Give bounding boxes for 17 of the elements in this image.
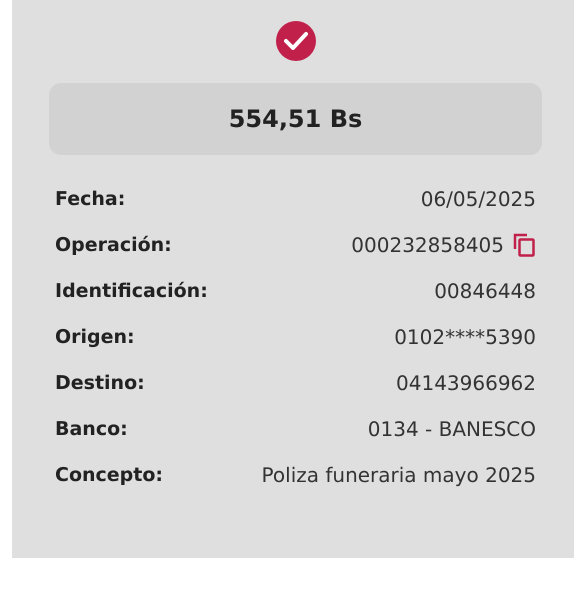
- detail-value: 04143966962: [396, 371, 536, 395]
- detail-label: Origen:: [55, 326, 135, 348]
- detail-label: Fecha:: [55, 188, 126, 210]
- detail-label: Banco:: [55, 418, 128, 440]
- detail-value: 0102****5390: [394, 325, 536, 349]
- copy-icon[interactable]: [512, 232, 536, 258]
- detail-label: Identificación:: [55, 280, 208, 302]
- detail-label: Concepto:: [55, 464, 164, 486]
- detail-value: 000232858405: [351, 233, 504, 257]
- check-icon: [274, 20, 316, 62]
- amount-display: 554,51 Bs: [49, 83, 542, 155]
- detail-value: Poliza funeraria mayo 2025: [262, 463, 536, 487]
- detail-value: 06/05/2025: [420, 187, 536, 211]
- detail-label: Destino:: [55, 372, 145, 394]
- detail-value: 0134 - BANESCO: [368, 417, 536, 441]
- detail-label: Operación:: [55, 234, 172, 256]
- detail-value: 00846448: [434, 279, 536, 303]
